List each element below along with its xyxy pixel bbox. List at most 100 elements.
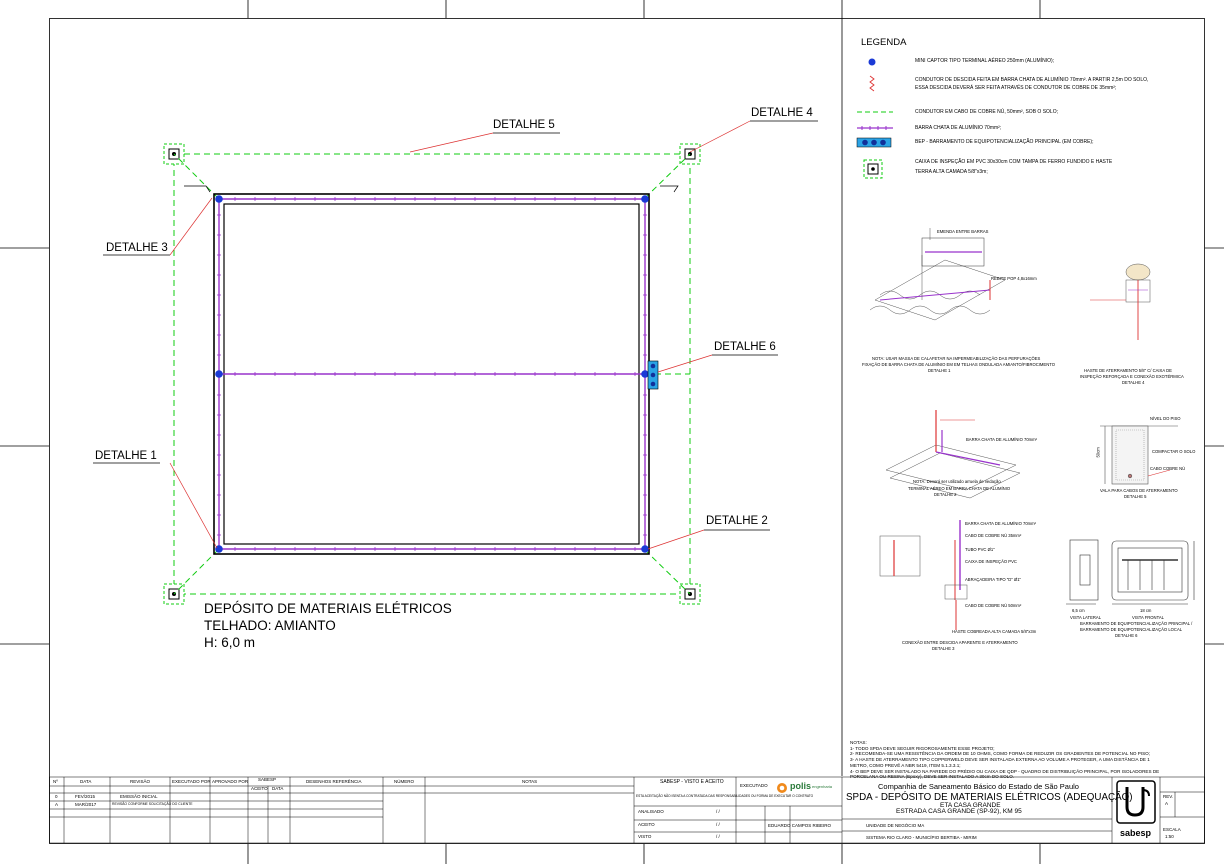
legend-item-text: BARRA CHATA DE ALUMÍNIO 70mm²; [915,125,1002,131]
detail-1-caption: DETALHE 1 [928,368,951,373]
detail-3-pvc-label: TUBO PVC Ø1" [965,547,995,552]
tb-escala-label: ESCALA [1163,827,1181,832]
tb-sabesp-wordmark: sabesp [1120,828,1152,838]
captor-mr [641,370,649,378]
captor-br [641,545,649,553]
tb-row-n: A [55,802,59,807]
tb-row-revisao: EMISSÃO INICIAL [120,794,158,799]
captor-tl [215,195,223,203]
tb-header-exec: EXECUTADO POR [172,779,211,784]
detail-3-caption: CONEXÃO ENTRE DESCIDA APARENTE E ATERRAM… [902,640,1018,645]
tb-company: Companhia de Saneamento Básico do Estado… [878,782,1079,791]
detail-4-drawing [1090,263,1151,340]
detail-2-caption: DETALHE 2 [934,492,957,497]
tb-header-data: DATA [80,779,92,784]
detail-6-label: DETALHE 6 [714,341,776,353]
plan-caption-roof: TELHADO: AMIANTO [204,618,336,633]
tb-rev-label: REV. [1163,794,1174,799]
general-notes: NOTAS: 1- TODO SPDA DEVE SEGUIR RIGOROSA… [850,740,1159,780]
detail-5-cable: CABO COBRE NÚ [1150,466,1186,471]
descent-zigzag-icon [869,75,875,92]
tb-header-sabesp: SABESP [258,777,277,782]
detail-1-splice-label: EMENDA ENTRE BARRAS [937,229,989,234]
detail-1-label: DETALHE 1 [95,450,157,462]
drawing-sheet: DETALHE 5 DETALHE 4 DETALHE 3 DETALHE 6 … [0,0,1224,864]
tb-header-desenhos: DESENHOS REFERÊNCIA [306,779,362,784]
detail-3-box-label: CAIXA DE INSPEÇÃO PVC [965,559,1017,564]
detail-2-note: NOTA: Deverá ser utilizado arruela de ve… [913,479,1001,484]
detail-3-label: DETALHE 3 [106,242,168,254]
tb-polis-logo: polis [790,781,812,791]
detail-6-caption: DETALHE 6 [1115,633,1138,638]
tb-visto: VISTO [638,834,652,839]
tb-header-data2: DATA [272,786,284,791]
detail-6-dim: 6,5 cm [1072,608,1085,613]
sheet-frame [0,0,1224,864]
detail-2-label: DETALHE 2 [706,515,768,527]
purple-bar-icon [857,126,893,130]
detail-5-drawing [1100,425,1178,485]
detail-5-label: DETALHE 5 [493,119,555,131]
detail-6-drawing [1066,539,1195,605]
detail-5-ground: NÍVEL DO PISO [1150,416,1181,421]
detail-3-rod-label: HASTE COBREADA ALTA CAMADA 5/8"x3m [952,629,1037,634]
aluminium-bars [218,198,646,550]
descent-marks [184,185,679,193]
legend-item-text: CONDUTOR DE DESCIDA FEITA EM BARRA CHATA… [915,77,1149,83]
mini-captor-icon [868,58,876,66]
detail-leaders [93,120,818,550]
legend-item-text: ESSA DESCIDA DEVERÁ SER FEITA ATRAVÉS DE… [915,85,1117,91]
tb-header-revisao: REVISÃO [130,779,151,784]
bep-busbar [647,360,659,390]
note-line: PORCELANA OU RESINA (Epoxy), DEVE SER IN… [850,774,1015,780]
plan-caption-height: H: 6,0 m [204,635,256,650]
tb-drawing-address: ESTRADA CASA GRANDE (SP-92), KM 95 [896,808,1022,815]
tb-header-notas: NOTAS [522,779,538,784]
bep-icon [856,137,892,148]
detail-5-compact: COMPACTAR O SOLO [1152,449,1196,454]
detail-5-depth: 50cm [1095,447,1101,458]
tb-slash: / / [716,834,720,839]
captor-tr [641,195,649,203]
detail-6-dim: 18 cm [1140,608,1152,613]
tb-row-n: 0 [55,794,58,799]
legend-title: LEGENDA [861,37,907,48]
legend-item-text: MINI CAPTOR TIPO TERMINAL AÉREO 250mm (A… [915,58,1055,64]
legend-item-text: BEP - BARRAMENTO DE EQUIPOTENCIALIZAÇÃO … [915,139,1094,145]
detail-3-caption: DETALHE 3 [932,646,955,651]
polis-logo-mark [777,783,787,793]
legend-item-text: CAIXA DE INSPEÇÃO EM PVC 30x30cm COM TAM… [915,159,1113,165]
detail-4-label: DETALHE 4 [751,107,813,119]
legend-item-text: CONDUTOR EM CABO DE COBRE NÚ, 50mm², SOB… [915,109,1058,115]
tb-slash: / / [716,809,720,814]
tb-row-data: MAR/2017 [75,802,97,807]
detail-4-caption: DETALHE 4 [1122,380,1145,385]
detail-1-drawing [869,228,1006,321]
tb-sistema: SISTEMA RIO CLARO - MUNICÍPIO BERTIBA - … [866,835,977,840]
tb-analisado: ANALISADO [638,809,664,814]
inspection-box-icon [863,159,883,179]
tb-row-revisao: REVISÃO CONFORME SOLICITAÇÃO DO CLIENTE [112,802,193,806]
detail-1-rivet-label: REBITE POP 4,8x16mm [991,276,1037,281]
detail-3-cable50-label: CABO DE COBRE NÚ 50mm² [965,603,1022,608]
detail-2-bar-label: BARRA CHATA DE ALUMÍNIO 70mm² [966,437,1038,442]
legend [856,58,893,179]
tb-responsavel: EDUARDO CAMPOS RIBEIRO [768,823,832,828]
tb-sabesp-visto: SABESP - VISTO E ACEITO [660,779,724,785]
tb-aceito: ACEITO [638,822,655,827]
drawing-canvas [0,0,1224,864]
tb-header-numero: NÚMERO [394,779,414,784]
tb-rev-value: A [1165,801,1169,806]
plan-caption-title: DEPÓSITO DE MATERIAIS ELÉTRICOS [204,601,452,616]
tb-executado: EXECUTADO [740,783,768,788]
tb-header-aceito: ACEITO [251,786,268,791]
detail-3-clamp-label: ABRAÇADEIRA TIPO "D" Ø1" [965,577,1022,582]
detail-1-caption: FIXAÇÃO DE BARRA CHATA DE ALUMÍNIO EM EM… [862,362,1055,367]
detail-3-cable35-label: CABO DE COBRE NÚ 35mm² [965,533,1022,538]
detail-5-caption: DETALHE 5 [1124,494,1147,499]
tb-row-data: FEV/2015 [75,794,96,799]
tb-disclaimer: ESTA ACEITAÇÃO NÃO ISENTA A CONTRATADA D… [636,794,814,798]
detail-3-drawing [879,520,968,630]
tb-slash: / / [716,822,720,827]
captor-ml [215,370,223,378]
